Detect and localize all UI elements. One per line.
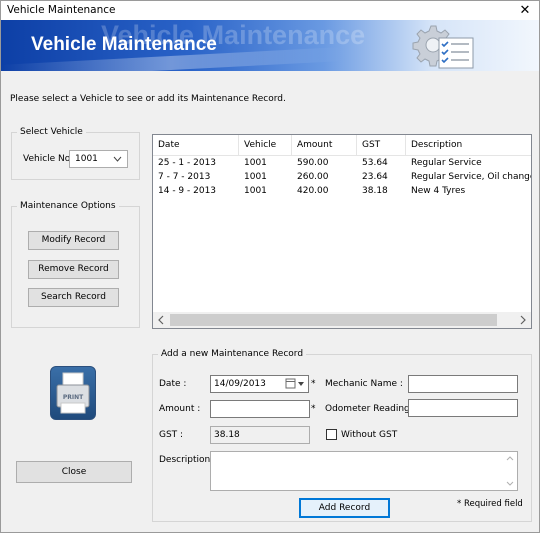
horizontal-scrollbar[interactable] [153,312,531,328]
scrollbar-thumb[interactable] [170,314,497,326]
cell-amount: 260.00 [297,172,329,182]
scroll-right-icon[interactable] [515,312,531,328]
column-header-amount[interactable]: Amount [292,135,357,156]
add-record-button[interactable]: Add Record [299,498,390,518]
cell-gst: 53.64 [362,158,388,168]
modify-record-button[interactable]: Modify Record [28,231,119,250]
title-bar: Vehicle Maintenance ✕ [1,1,539,20]
description-scrollbar[interactable] [503,452,517,490]
add-record-legend: Add a new Maintenance Record [161,349,304,359]
calendar-icon[interactable] [285,378,305,393]
instruction-text: Please select a Vehicle to see or add it… [10,94,286,104]
maintenance-records-list[interactable]: Date Vehicle Amount GST Description 25 -… [152,134,532,329]
vehicle-maintenance-window: Vehicle Maintenance ✕ Vehicle Maintenanc… [0,0,540,533]
cell-date: 25 - 1 - 2013 [158,158,217,168]
date-required-marker: * [311,379,316,389]
maintenance-options-legend: Maintenance Options [20,201,116,211]
records-header: Date Vehicle Amount GST Description [153,135,531,156]
cell-vehicle: 1001 [244,186,267,196]
table-row[interactable]: 7 - 7 - 2013 1001 260.00 23.64 Regular S… [153,170,531,184]
cell-date: 7 - 7 - 2013 [158,172,211,182]
date-value: 14/09/2013 [214,379,266,389]
gst-field: 38.18 [210,426,310,444]
cell-amount: 590.00 [297,158,329,168]
window-close-icon[interactable]: ✕ [511,1,539,20]
search-record-button[interactable]: Search Record [28,288,119,307]
date-picker[interactable]: 14/09/2013 [210,375,309,393]
chevron-down-icon [113,153,122,168]
cell-vehicle: 1001 [244,158,267,168]
mechanic-name-label: Mechanic Name : [325,379,403,389]
scroll-left-icon[interactable] [153,312,169,328]
amount-required-marker: * [311,404,316,414]
required-field-note: * Required field [457,499,523,509]
vehicle-no-label: Vehicle No [23,154,71,164]
vehicle-no-value: 1001 [75,154,98,164]
column-header-description[interactable]: Description [406,135,531,156]
cell-vehicle: 1001 [244,172,267,182]
cell-description: New 4 Tyres [411,186,466,196]
odometer-input[interactable] [408,399,518,417]
vehicle-no-dropdown[interactable]: 1001 [69,150,128,168]
select-vehicle-legend: Select Vehicle [20,127,83,137]
gst-value: 38.18 [214,430,240,440]
column-header-gst[interactable]: GST [357,135,406,156]
cell-description: Regular Service, Oil change [411,172,531,182]
table-row[interactable]: 14 - 9 - 2013 1001 420.00 38.18 New 4 Ty… [153,184,531,198]
scroll-up-icon[interactable] [503,453,517,465]
date-label: Date : [159,379,187,389]
column-header-vehicle[interactable]: Vehicle [239,135,292,156]
amount-input[interactable] [210,400,310,418]
cell-gst: 38.18 [362,186,388,196]
cell-date: 14 - 9 - 2013 [158,186,217,196]
without-gst-label[interactable]: Without GST [341,430,397,440]
table-row[interactable]: 25 - 1 - 2013 1001 590.00 53.64 Regular … [153,156,531,170]
description-textarea[interactable] [210,451,518,491]
gst-label: GST : [159,430,184,440]
remove-record-button[interactable]: Remove Record [28,260,119,279]
svg-text:PRINT: PRINT [63,394,84,401]
cell-amount: 420.00 [297,186,329,196]
amount-label: Amount : [159,404,201,414]
column-header-date[interactable]: Date [153,135,239,156]
window-title: Vehicle Maintenance [7,4,116,16]
banner-title: Vehicle Maintenance [31,34,217,55]
gear-checklist-icon [401,24,483,70]
cell-description: Regular Service [411,158,482,168]
scroll-down-icon[interactable] [503,477,517,489]
odometer-label: Odometer Reading : [325,404,416,414]
printer-icon[interactable]: PRINT [50,366,96,420]
close-button[interactable]: Close [16,461,132,483]
without-gst-checkbox[interactable] [326,429,337,440]
description-label: Description: [159,455,214,465]
mechanic-name-input[interactable] [408,375,518,393]
header-banner: Vehicle Maintenance Vehicle Maintenance [1,20,539,71]
cell-gst: 23.64 [362,172,388,182]
